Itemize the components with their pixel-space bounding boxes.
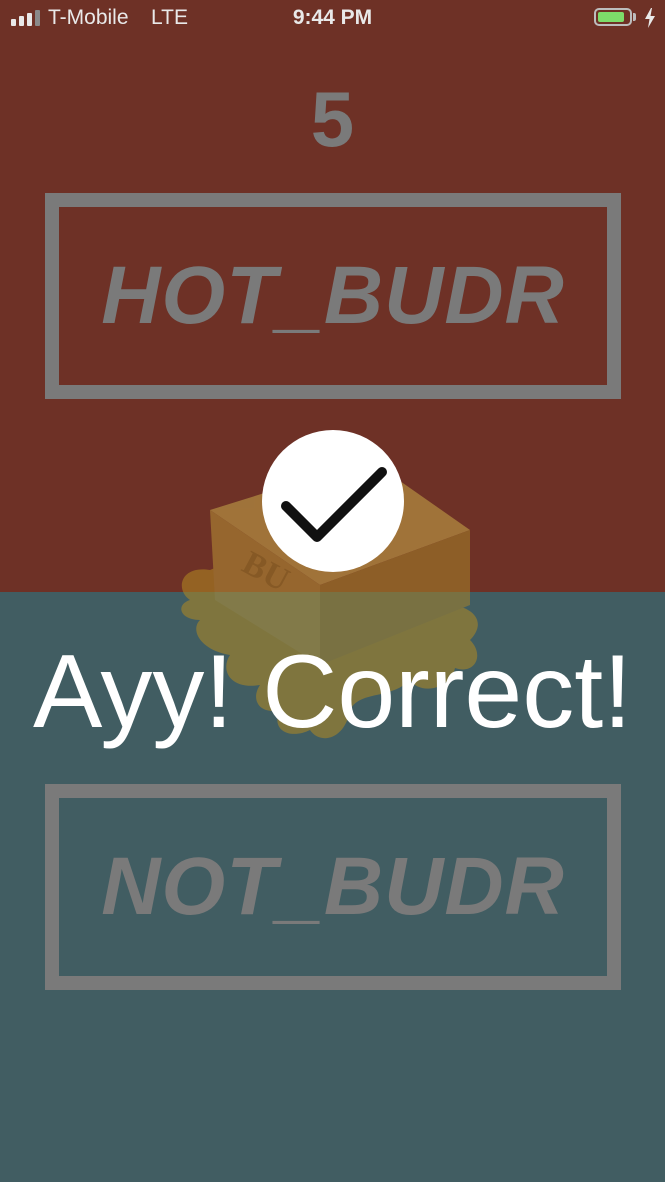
battery-level — [598, 12, 624, 22]
result-message: Ayy! Correct! — [32, 634, 633, 750]
game-screen: T-Mobile LTE 9:44 PM 5 HOT_BUDR BU R — [0, 0, 665, 1182]
hot-budr-button[interactable]: HOT_BUDR — [45, 193, 621, 399]
check-icon — [281, 467, 387, 542]
battery-tip — [633, 13, 636, 21]
not-budr-label: NOT_BUDR — [101, 841, 565, 932]
charging-bolt-icon — [645, 8, 655, 28]
status-bar: T-Mobile LTE 9:44 PM — [0, 0, 665, 38]
score-counter: 5 — [310, 75, 355, 163]
status-time: 9:44 PM — [292, 6, 373, 29]
battery-icon — [594, 8, 632, 26]
hot-budr-label: HOT_BUDR — [101, 250, 565, 341]
not-budr-button[interactable]: NOT_BUDR — [45, 784, 621, 990]
correct-badge — [262, 430, 404, 572]
